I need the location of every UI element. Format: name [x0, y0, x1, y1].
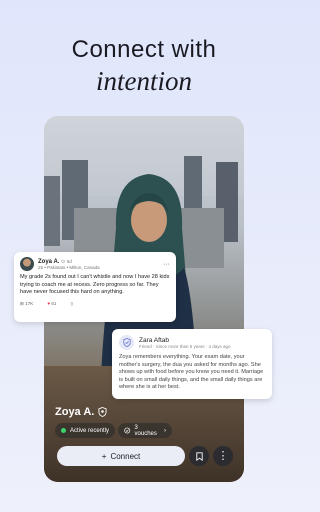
post-body: My grade 2s found out I can't whistle an…: [20, 274, 170, 296]
bookmark-post-button[interactable]: ▯: [70, 301, 73, 307]
plus-icon: +: [101, 451, 107, 461]
vouches-text: 3 vouches: [134, 424, 157, 437]
profile-name: Zoya A.: [55, 406, 107, 418]
vouches-pill[interactable]: 3 vouches ›: [118, 423, 172, 438]
vouch-author: Zara Aftab: [139, 336, 169, 344]
building: [44, 176, 60, 246]
vouch-body: Zoya remembers everything. Your exam dat…: [119, 354, 264, 391]
avatar: [20, 257, 34, 271]
headline-line1: Connect with: [71, 36, 217, 63]
post-author: Zoya A.: [38, 258, 60, 265]
views-stat: ⊞ 17K: [20, 301, 33, 307]
more-horizontal-icon[interactable]: ···: [163, 261, 170, 268]
profile-name-text: Zoya A.: [55, 406, 95, 418]
likes-count: 61: [51, 301, 57, 307]
chevron-right-icon: ›: [164, 427, 166, 434]
heart-icon: ♥: [47, 301, 51, 307]
vouch-meta: Friend · Since more than 5 years · 4 day…: [139, 343, 231, 349]
verified-shield-icon: [98, 407, 107, 417]
bookmark-button[interactable]: [189, 446, 209, 466]
connect-button[interactable]: + Connect: [57, 446, 185, 466]
headline: Connect with intention: [0, 36, 288, 97]
connect-label: Connect: [110, 451, 141, 461]
verified-icon: ⊙: [61, 258, 66, 265]
vouch-card[interactable]: Zara Aftab Friend · Since more than 5 ye…: [112, 329, 272, 399]
views-icon: ⊞: [20, 300, 24, 306]
post-time: 5d: [66, 258, 72, 264]
online-dot-icon: [61, 428, 66, 433]
active-status-text: Active recently: [70, 427, 110, 434]
like-button[interactable]: ♥ 61: [47, 301, 56, 306]
bookmark-icon: ▯: [70, 300, 73, 306]
vouch-badge-icon: [119, 335, 134, 350]
bookmark-icon: [195, 451, 203, 461]
more-vertical-icon: ⋮: [217, 449, 229, 462]
views-count: 17K: [25, 300, 34, 306]
post-meta: 25 • Pakistani • Milton, Canada: [38, 264, 100, 270]
headline-line2: intention: [96, 66, 192, 96]
vouch-check-icon: [124, 427, 131, 434]
active-status-pill: Active recently: [55, 423, 115, 438]
post-card[interactable]: Zoya A. ⊙ 5d 25 • Pakistani • Milton, Ca…: [14, 252, 176, 322]
more-options-button[interactable]: ⋮: [213, 446, 233, 466]
